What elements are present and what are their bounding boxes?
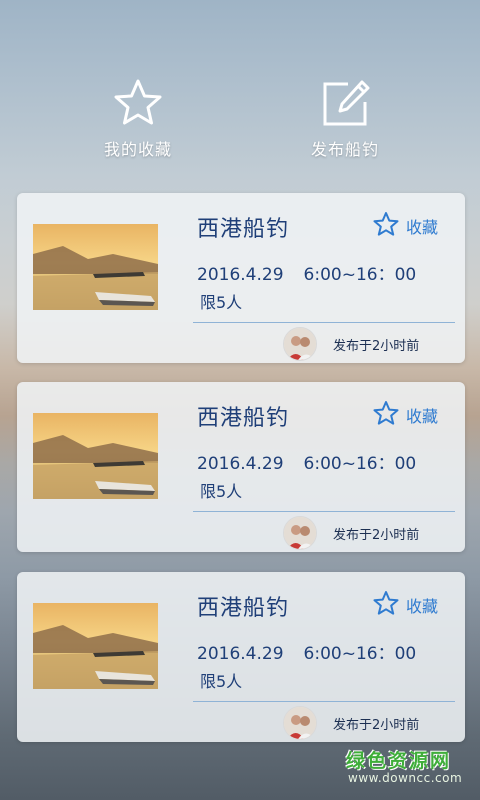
star-outline-icon xyxy=(373,212,399,236)
divider xyxy=(193,701,455,702)
star-outline-icon xyxy=(114,79,162,125)
favorite-label: 收藏 xyxy=(406,218,439,237)
posted-time: 发布于2小时前 xyxy=(333,528,420,543)
trip-capacity: 限5人 xyxy=(200,293,243,312)
trip-time: 6:00~16：00 xyxy=(303,454,417,474)
trip-date: 2016.4.29 xyxy=(197,454,284,474)
trip-capacity: 限5人 xyxy=(200,482,243,501)
divider xyxy=(193,511,455,512)
trip-datetime: 2016.4.29 6:00~16：00 xyxy=(197,449,416,474)
trip-thumbnail xyxy=(33,413,158,499)
avatar[interactable] xyxy=(283,706,317,740)
favorite-label: 收藏 xyxy=(406,597,439,616)
star-outline-icon xyxy=(373,401,399,425)
watermark-url: www.downcc.com xyxy=(348,771,463,785)
trip-card[interactable]: 西港船钓 收藏 2016.4.29 6:00~16：00 限5人 发布于2小时前 xyxy=(17,382,465,552)
trip-datetime: 2016.4.29 6:00~16：00 xyxy=(197,260,416,285)
trip-time: 6:00~16：00 xyxy=(303,265,417,285)
watermark-name: 绿色资源网 xyxy=(346,750,452,772)
my-favorites-label: 我的收藏 xyxy=(103,140,172,159)
star-outline-icon xyxy=(373,591,399,615)
trip-title: 西港船钓 xyxy=(197,217,290,242)
edit-icon xyxy=(323,80,370,126)
trip-thumbnail xyxy=(33,224,158,310)
avatar[interactable] xyxy=(283,516,317,550)
trip-title: 西港船钓 xyxy=(197,596,290,621)
top-actions: 我的收藏 发布船钓 xyxy=(0,78,480,168)
trip-card[interactable]: 西港船钓 收藏 2016.4.29 6:00~16：00 限5人 发布于2小时前 xyxy=(17,193,465,363)
my-favorites-button[interactable]: 我的收藏 xyxy=(68,78,208,160)
divider xyxy=(193,322,455,323)
posted-time: 发布于2小时前 xyxy=(333,339,420,354)
posted-time: 发布于2小时前 xyxy=(333,718,420,733)
trip-date: 2016.4.29 xyxy=(197,644,284,664)
trip-title: 西港船钓 xyxy=(197,406,290,431)
publish-boat-fishing-button[interactable]: 发布船钓 xyxy=(275,78,415,160)
favorite-label: 收藏 xyxy=(406,407,439,426)
avatar[interactable] xyxy=(283,327,317,361)
trip-thumbnail xyxy=(33,603,158,689)
publish-boat-fishing-label: 发布船钓 xyxy=(310,140,379,159)
watermark: 绿色资源网 www.downcc.com xyxy=(346,746,470,785)
trip-datetime: 2016.4.29 6:00~16：00 xyxy=(197,639,416,664)
trip-card[interactable]: 西港船钓 收藏 2016.4.29 6:00~16：00 限5人 发布于2小时前 xyxy=(17,572,465,742)
trip-date: 2016.4.29 xyxy=(197,265,284,285)
trip-time: 6:00~16：00 xyxy=(303,644,417,664)
trip-capacity: 限5人 xyxy=(200,672,243,691)
